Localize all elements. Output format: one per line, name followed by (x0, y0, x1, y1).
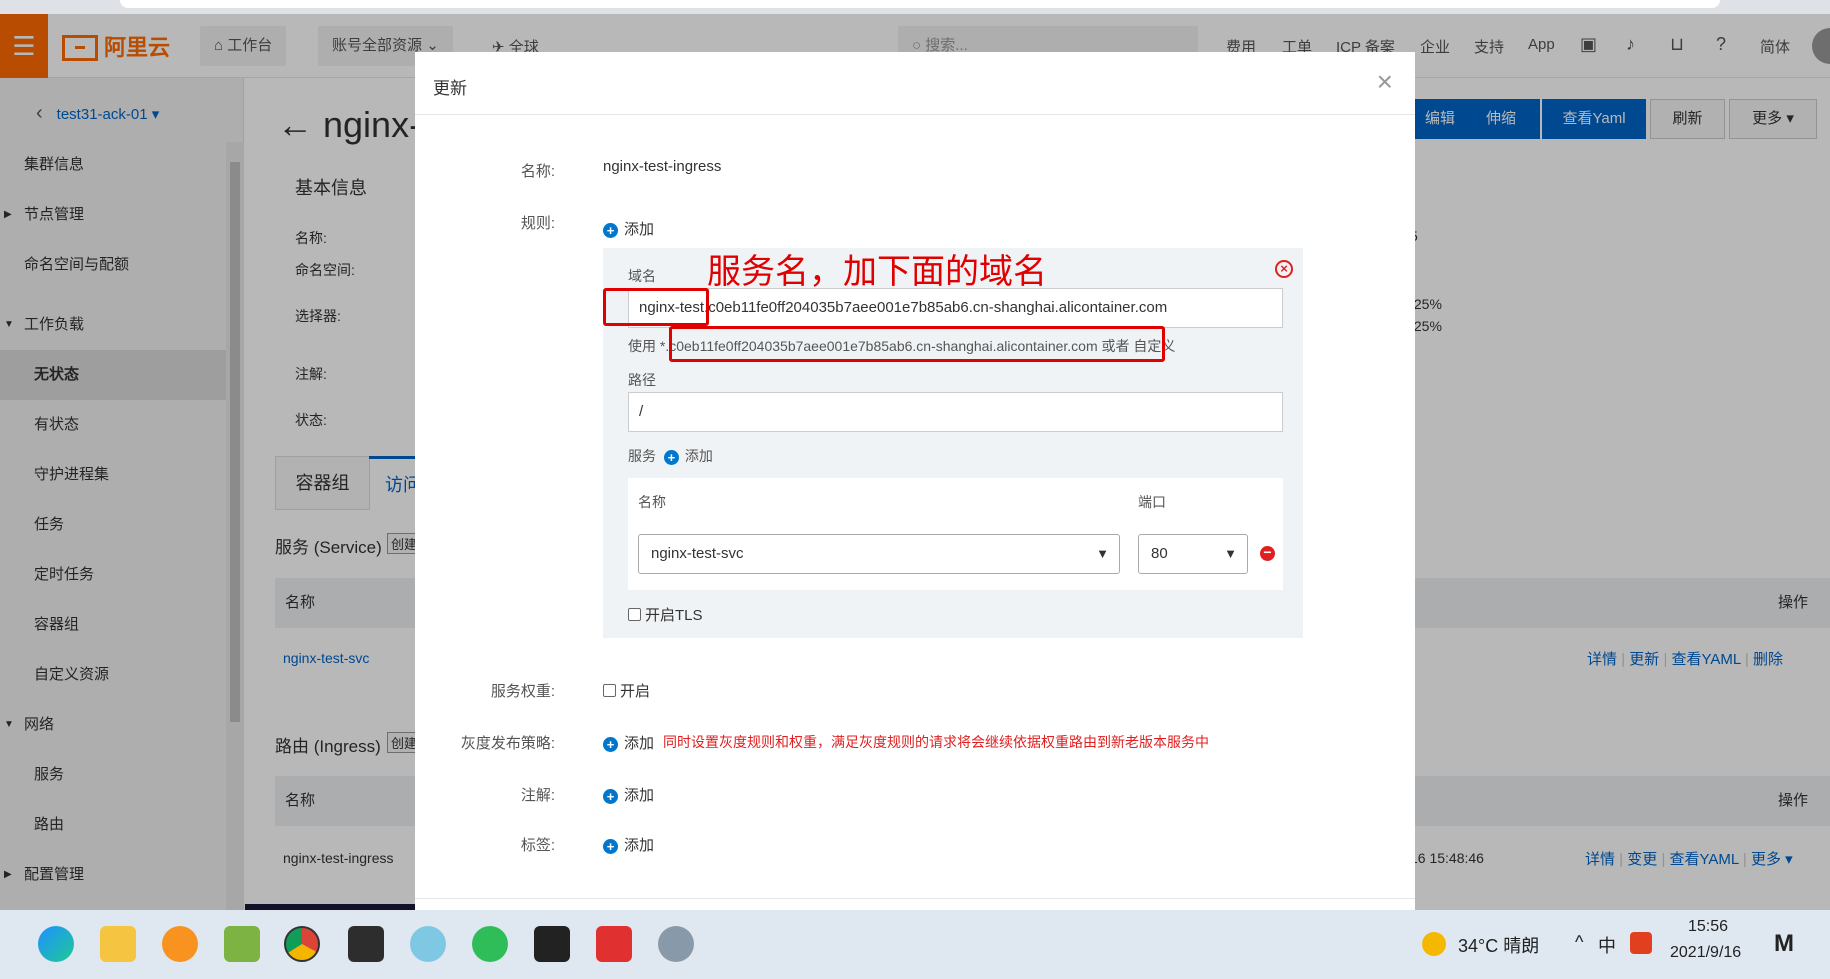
sogou-icon[interactable] (1630, 932, 1652, 954)
tags-label: 标签: (520, 837, 555, 854)
wechat-icon[interactable] (472, 926, 508, 962)
notification-icon[interactable]: M (1774, 930, 1794, 958)
chevron-down-icon: ▼ (1096, 546, 1109, 561)
svc-col-port: 端口 (1138, 494, 1166, 510)
domain-label: 域名 (628, 268, 656, 284)
svc-col-name: 名称 (638, 494, 666, 510)
canary-label: 灰度发布策略: (460, 735, 555, 752)
add-service-button[interactable]: 添加 (685, 448, 713, 464)
tls-checkbox[interactable]: 开启TLS (628, 604, 703, 625)
service-label: 服务 + 添加 (628, 448, 713, 465)
path-input[interactable]: / (628, 392, 1283, 432)
path-label: 路径 (628, 372, 656, 388)
weather-icon (1422, 932, 1446, 956)
app-icon[interactable] (658, 926, 694, 962)
notepad-icon[interactable] (224, 926, 260, 962)
weight-label: 服务权重: (490, 683, 555, 700)
file-explorer-icon[interactable] (100, 926, 136, 962)
add-tag-button[interactable]: + 添加 (603, 834, 654, 855)
chevron-up-icon[interactable]: ^ (1575, 932, 1583, 953)
domain-input[interactable]: nginx-test.c0eb11fe0ff204035b7aee001e7b8… (628, 288, 1283, 328)
search-tool-icon[interactable] (162, 926, 198, 962)
edge-icon[interactable] (38, 926, 74, 962)
remove-rule-icon[interactable]: × (1275, 260, 1293, 278)
canary-note: 同时设置灰度规则和权重，满足灰度规则的请求将会继续依据权重路由到新老版本服务中 (663, 734, 1209, 750)
app-icon[interactable] (410, 926, 446, 962)
add-icon: + (603, 789, 618, 804)
close-icon[interactable]: × (1377, 66, 1393, 98)
annotations-label: 注解: (520, 787, 555, 804)
annotation-box-domain-suffix (669, 326, 1165, 362)
jetbrains-icon[interactable] (534, 926, 570, 962)
add-annotation-button[interactable]: + 添加 (603, 784, 654, 805)
add-rule-button[interactable]: + 添加 (603, 218, 654, 239)
name-label: 名称: (520, 163, 555, 180)
annotation-note: 服务名，加下面的域名 (707, 253, 1047, 291)
windows-taskbar: 34°C 晴朗 ^ 中 15:56 2021/9/16 M (0, 910, 1830, 979)
annotation-box-service-prefix (603, 288, 709, 326)
service-backend-table: 名称 端口 nginx-test-svc ▼ 80 ▼ − (628, 478, 1283, 590)
checkbox-icon[interactable] (603, 684, 616, 697)
rules-label: 规则: (520, 215, 555, 232)
chevron-down-icon: ▼ (1224, 546, 1237, 561)
browser-tab-strip (0, 0, 1830, 14)
remove-service-icon[interactable]: − (1260, 545, 1275, 561)
terminal-app-icon[interactable] (348, 926, 384, 962)
add-icon: + (603, 223, 618, 238)
service-port-select[interactable]: 80 ▼ (1138, 534, 1248, 574)
chrome-icon[interactable] (284, 926, 320, 962)
checkbox-icon[interactable] (628, 608, 641, 621)
divider (415, 114, 1415, 115)
ime-indicator[interactable]: 中 (1598, 932, 1616, 958)
clock-time[interactable]: 15:56 (1688, 918, 1728, 936)
weight-enable-checkbox[interactable]: 开启 (603, 680, 650, 701)
add-icon: + (603, 737, 618, 752)
weather-text[interactable]: 34°C 晴朗 (1458, 932, 1539, 958)
add-icon[interactable]: + (663, 450, 679, 465)
name-value: nginx-test-ingress (603, 158, 722, 175)
pdf-reader-icon[interactable] (596, 926, 632, 962)
add-icon: + (603, 839, 618, 854)
service-name-select[interactable]: nginx-test-svc ▼ (638, 534, 1120, 574)
dialog-title: 更新 (433, 79, 467, 98)
footer-divider (415, 898, 1415, 899)
add-canary-button[interactable]: + 添加 (603, 732, 654, 753)
clock-date[interactable]: 2021/9/16 (1670, 944, 1741, 962)
update-dialog: 更新 × 名称: nginx-test-ingress 规则: + 添加 域名 ×… (415, 52, 1415, 912)
